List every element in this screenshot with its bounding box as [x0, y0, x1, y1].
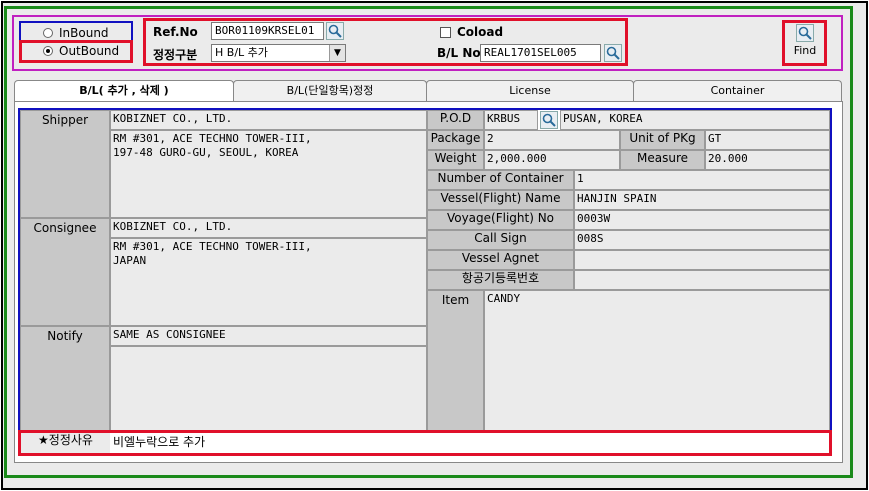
magnifier-icon [606, 46, 620, 60]
bl-grid-outline [18, 108, 832, 434]
find-label: Find [793, 44, 817, 57]
correction-type-select[interactable]: H B/L 추가 ▼ [211, 44, 346, 62]
bl-search-button[interactable] [604, 44, 622, 62]
reason-label: ★정정사유 [21, 433, 110, 453]
find-magnifier-box [796, 24, 814, 42]
magnifier-icon [798, 26, 812, 40]
ref-no-label: Ref.No [153, 25, 198, 39]
correction-type-value: H B/L 추가 [215, 46, 268, 59]
outbound-radio[interactable]: OutBound [43, 44, 119, 58]
coload-checkbox[interactable] [440, 27, 451, 38]
inbound-label: InBound [59, 26, 109, 40]
tab-container[interactable]: Container [633, 80, 842, 102]
ref-search-button[interactable] [326, 22, 344, 40]
correction-type-label: 정정구분 [153, 48, 198, 62]
bl-no-label: B/L No [437, 46, 481, 60]
tab-bl-add-delete[interactable]: B/L( 추가 , 삭제 ) [14, 80, 234, 103]
coload-label: Coload [457, 25, 504, 39]
chevron-down-icon: ▼ [329, 45, 345, 61]
magnifier-icon [328, 24, 342, 38]
radio-circle-icon [43, 28, 53, 38]
reason-field[interactable]: 비엘누락으로 추가 [110, 433, 829, 453]
tab-bar: B/L( 추가 , 삭제 ) B/L(단일항목)정정 License Conta… [14, 80, 842, 103]
outbound-label: OutBound [59, 44, 120, 58]
tab-bl-single-correction[interactable]: B/L(단일항목)정정 [233, 80, 427, 102]
inbound-radio[interactable]: InBound [43, 26, 109, 40]
find-button[interactable]: Find [785, 23, 825, 63]
radio-checked-icon [43, 46, 53, 56]
ref-no-input[interactable]: BOR01109KRSEL01 [211, 22, 324, 40]
tab-license[interactable]: License [426, 80, 634, 102]
bl-no-input[interactable]: REAL1701SEL005 [480, 44, 601, 62]
